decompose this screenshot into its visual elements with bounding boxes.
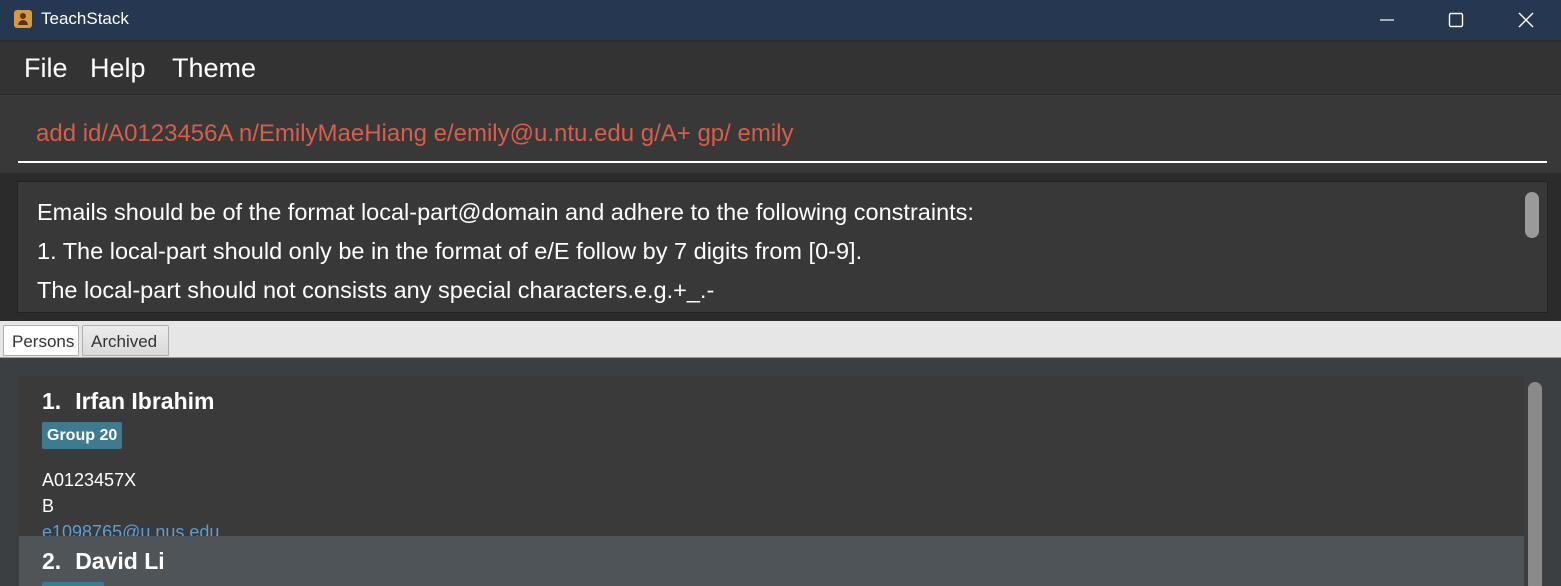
command-input[interactable]: add id/A0123456A n/EmilyMaeHiang e/emily… bbox=[36, 120, 793, 148]
person-name-text: Irfan Ibrahim bbox=[75, 388, 215, 414]
menu-theme[interactable]: Theme bbox=[172, 53, 256, 84]
app-window: TeachStack File Help Theme add id/A01234… bbox=[0, 0, 1561, 586]
result-line: The local-part should not consists any s… bbox=[37, 277, 715, 303]
close-icon bbox=[1518, 12, 1534, 28]
maximize-icon bbox=[1448, 12, 1464, 28]
person-list: 1. Irfan Ibrahim Group 20 A0123457X B e10… bbox=[0, 358, 1561, 586]
minimize-icon bbox=[1380, 19, 1394, 21]
grade: B bbox=[42, 496, 55, 516]
result-line: Emails should be of the format local-par… bbox=[37, 199, 974, 225]
window-title: TeachStack bbox=[41, 9, 129, 28]
person-index: 2. bbox=[42, 548, 62, 574]
command-input-underline bbox=[18, 161, 1547, 163]
contact-book-icon bbox=[14, 10, 32, 28]
person-name-text: David Li bbox=[75, 548, 165, 574]
person-card[interactable]: 1. Irfan Ibrahim Group 20 A0123457X B e10… bbox=[19, 376, 1524, 542]
tab-persons[interactable]: Persons bbox=[3, 325, 79, 356]
student-id: A0123457X bbox=[42, 470, 137, 490]
maximize-button[interactable] bbox=[1421, 0, 1491, 40]
menu-bar: File Help Theme bbox=[0, 42, 1561, 94]
person-name: 2. David Li bbox=[42, 548, 165, 575]
group-tag: Group 20 bbox=[42, 422, 123, 449]
tab-bar: Persons Archived bbox=[0, 321, 1561, 358]
menu-file[interactable]: File bbox=[24, 53, 68, 84]
result-display: Emails should be of the format local-par… bbox=[17, 181, 1548, 313]
person-card[interactable]: 2. David Li bbox=[19, 536, 1524, 586]
close-button[interactable] bbox=[1491, 0, 1561, 40]
person-index: 1. bbox=[42, 388, 62, 414]
minimize-button[interactable] bbox=[1352, 0, 1422, 40]
person-name: 1. Irfan Ibrahim bbox=[42, 388, 215, 415]
title-bar: TeachStack bbox=[0, 0, 1561, 40]
result-line: 1. The local-part should only be in the … bbox=[37, 238, 863, 264]
list-scrollbar[interactable] bbox=[1528, 382, 1542, 586]
result-scrollbar[interactable] bbox=[1525, 192, 1539, 238]
group-tag bbox=[42, 582, 104, 586]
menu-help[interactable]: Help bbox=[90, 53, 146, 84]
tab-archived[interactable]: Archived bbox=[82, 325, 169, 356]
command-box[interactable]: add id/A0123456A n/EmilyMaeHiang e/emily… bbox=[0, 95, 1561, 173]
